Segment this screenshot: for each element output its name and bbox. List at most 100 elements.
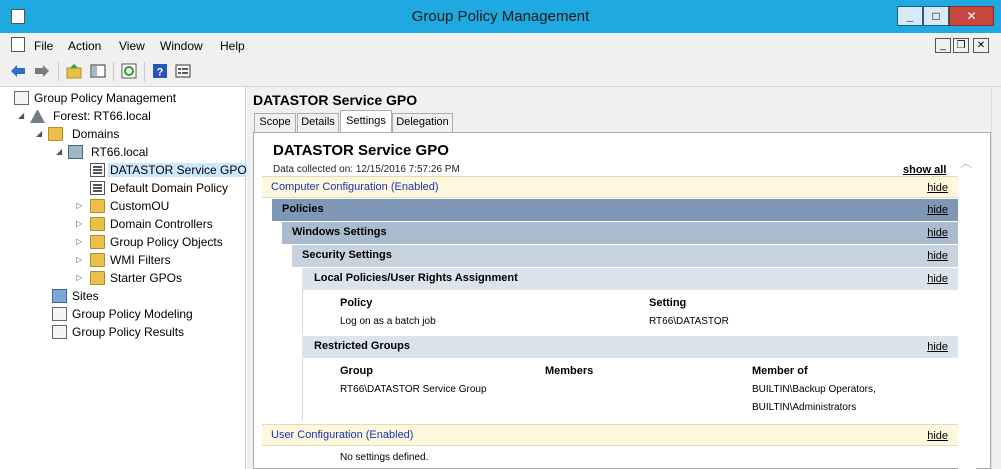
policy-cell: Log on as a batch job bbox=[340, 316, 436, 327]
minimize-icon: _ bbox=[906, 9, 914, 23]
starter-folder-icon bbox=[90, 271, 105, 285]
tree-node-label: Default Domain Policy bbox=[110, 181, 229, 195]
tab-delegation[interactable]: Delegation bbox=[392, 113, 453, 132]
svg-text:?: ? bbox=[157, 67, 164, 79]
group-cell: RT66\DATASTOR Service Group bbox=[340, 384, 487, 395]
mdi-restore-button[interactable]: ❐ bbox=[953, 38, 969, 53]
expander-collapsed-icon[interactable]: ▷ bbox=[76, 201, 84, 211]
show-hide-tree-icon[interactable] bbox=[90, 63, 106, 79]
gpo-link-icon bbox=[90, 181, 105, 195]
toolbar: ? bbox=[0, 57, 1001, 87]
expander-collapsed-icon[interactable]: ▷ bbox=[76, 219, 84, 229]
tree-node-label: Forest: RT66.local bbox=[53, 109, 151, 123]
tree-node-label: DATASTOR Service GPO bbox=[108, 163, 249, 177]
tab-settings[interactable]: Settings bbox=[340, 110, 392, 132]
maximize-icon: □ bbox=[932, 9, 940, 23]
restricted-groups-row[interactable]: Restricted Groups hide bbox=[302, 336, 958, 358]
toolbar-separator bbox=[113, 62, 114, 81]
data-collected-text: Data collected on: 12/15/2016 7:57:26 PM bbox=[273, 164, 460, 175]
report-scrollbar[interactable] bbox=[958, 150, 976, 469]
menu-window[interactable]: Window bbox=[160, 39, 203, 53]
hide-link[interactable]: hide bbox=[927, 182, 948, 194]
gpo-link-icon bbox=[90, 163, 105, 177]
members-column-header: Members bbox=[545, 365, 594, 377]
computer-config-row[interactable]: Computer Configuration (Enabled) hide bbox=[262, 176, 958, 198]
hide-link[interactable]: hide bbox=[927, 430, 948, 442]
scroll-up-icon[interactable]: ︿ bbox=[960, 154, 972, 171]
expander-collapsed-icon[interactable]: ▷ bbox=[76, 255, 84, 265]
tree-node-label: Group Policy Objects bbox=[110, 235, 223, 249]
tree-node-label: RT66.local bbox=[91, 145, 149, 159]
expander-collapsed-icon[interactable]: ▷ bbox=[76, 273, 84, 283]
user-config-heading: User Configuration (Enabled) bbox=[271, 429, 414, 441]
title-bar: Group Policy Management _ □ ✕ bbox=[0, 0, 1001, 33]
expander-expanded-icon[interactable]: ◢ bbox=[18, 111, 26, 121]
domains-folder-icon bbox=[48, 127, 63, 141]
tree-node-label: Domains bbox=[72, 127, 120, 141]
tree-node-label: Domain Controllers bbox=[110, 217, 213, 231]
menu-help[interactable]: Help bbox=[220, 39, 245, 53]
outer-scrollbar[interactable] bbox=[991, 87, 1001, 469]
setting-cell: RT66\DATASTOR bbox=[649, 316, 729, 327]
ou-folder-icon bbox=[90, 217, 105, 231]
expander-expanded-icon[interactable]: ◢ bbox=[36, 129, 44, 139]
mdi-close-button[interactable]: ✕ bbox=[973, 38, 989, 53]
toolbar-separator bbox=[58, 62, 59, 81]
tree-node-label: Starter GPOs bbox=[110, 271, 183, 285]
domain-icon bbox=[68, 145, 83, 159]
setting-column-header: Setting bbox=[649, 297, 687, 309]
menu-bar: File Action View Window Help _ ❐ ✕ bbox=[0, 33, 1001, 57]
hide-link[interactable]: hide bbox=[927, 341, 948, 353]
expander-collapsed-icon[interactable]: ▷ bbox=[76, 237, 84, 247]
tree-node-label: Group Policy Results bbox=[72, 325, 185, 339]
hide-link[interactable]: hide bbox=[927, 273, 948, 285]
hide-link[interactable]: hide bbox=[927, 227, 948, 239]
no-settings-text: No settings defined. bbox=[340, 452, 429, 463]
wmi-folder-icon bbox=[90, 253, 105, 267]
forward-arrow-icon[interactable] bbox=[34, 63, 50, 79]
local-policies-row[interactable]: Local Policies/User Rights Assignment hi… bbox=[302, 268, 958, 290]
close-button[interactable]: ✕ bbox=[949, 6, 994, 26]
policy-column-header: Policy bbox=[340, 297, 373, 309]
pane-title: DATASTOR Service GPO bbox=[253, 92, 418, 108]
security-settings-heading: Security Settings bbox=[302, 249, 392, 261]
windows-settings-row[interactable]: Windows Settings hide bbox=[282, 222, 958, 244]
tree-node-label: Sites bbox=[72, 289, 99, 303]
tree-node-label: WMI Filters bbox=[110, 253, 171, 267]
policies-row[interactable]: Policies hide bbox=[272, 199, 958, 221]
hide-link[interactable]: hide bbox=[927, 250, 948, 262]
member-of-cell-line1: BUILTIN\Backup Operators, bbox=[752, 384, 876, 395]
sites-icon bbox=[52, 289, 67, 303]
tab-scope[interactable]: Scope bbox=[254, 113, 296, 132]
minimize-button[interactable]: _ bbox=[897, 6, 923, 26]
back-arrow-icon[interactable] bbox=[10, 63, 26, 79]
gpm-console-icon bbox=[14, 91, 29, 105]
user-config-row[interactable]: User Configuration (Enabled) hide bbox=[262, 424, 958, 446]
menu-view[interactable]: View bbox=[119, 39, 145, 53]
expander-expanded-icon[interactable]: ◢ bbox=[56, 147, 64, 157]
mdi-minimize-button[interactable]: _ bbox=[935, 38, 951, 53]
group-column-header: Group bbox=[340, 365, 373, 377]
gpo-folder-icon bbox=[90, 235, 105, 249]
properties-icon[interactable] bbox=[175, 63, 191, 79]
menu-action[interactable]: Action bbox=[68, 39, 101, 53]
toolbar-separator bbox=[144, 62, 145, 81]
hide-link[interactable]: hide bbox=[927, 204, 948, 216]
mmc-icon[interactable] bbox=[11, 37, 25, 52]
policies-heading: Policies bbox=[282, 203, 324, 215]
help-icon[interactable]: ? bbox=[152, 63, 168, 79]
local-policies-heading: Local Policies/User Rights Assignment bbox=[314, 272, 518, 284]
up-folder-icon[interactable] bbox=[66, 63, 82, 79]
close-icon: ✕ bbox=[966, 9, 977, 23]
refresh-icon[interactable] bbox=[121, 63, 137, 79]
member-of-column-header: Member of bbox=[752, 365, 808, 377]
computer-config-heading: Computer Configuration (Enabled) bbox=[271, 181, 439, 193]
report-title: DATASTOR Service GPO bbox=[273, 142, 449, 159]
tab-details[interactable]: Details bbox=[297, 113, 339, 132]
window-title: Group Policy Management bbox=[411, 8, 590, 25]
show-all-link[interactable]: show all bbox=[903, 164, 946, 176]
maximize-button[interactable]: □ bbox=[923, 6, 949, 26]
tree-node-label: Group Policy Modeling bbox=[72, 307, 193, 321]
security-settings-row[interactable]: Security Settings hide bbox=[292, 245, 958, 267]
menu-file[interactable]: File bbox=[34, 39, 53, 53]
